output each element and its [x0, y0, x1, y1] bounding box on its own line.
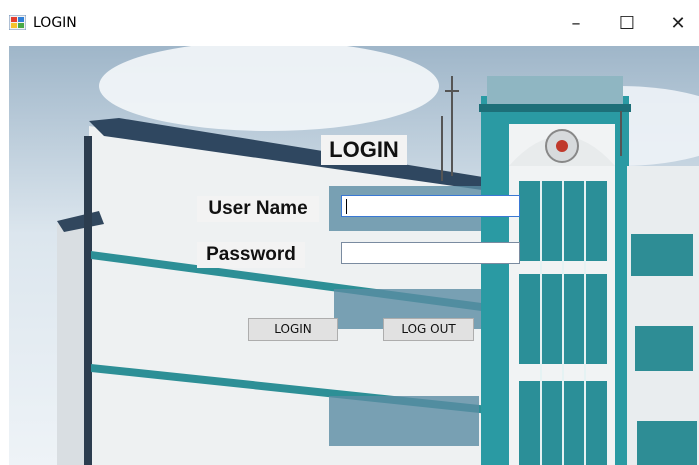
- close-button[interactable]: ✕: [655, 8, 699, 40]
- password-input[interactable]: [341, 242, 520, 264]
- form-client-area: LOGIN User Name Password LOGIN LOG OUT: [9, 46, 699, 465]
- login-heading: LOGIN: [321, 135, 407, 165]
- login-button[interactable]: LOGIN: [248, 318, 338, 341]
- logout-button[interactable]: LOG OUT: [383, 318, 474, 341]
- text-caret: [346, 199, 347, 214]
- title-bar[interactable]: LOGIN – ☐ ✕: [0, 0, 699, 46]
- form-app-icon: [9, 15, 26, 30]
- username-label: User Name: [197, 196, 319, 222]
- username-input[interactable]: [341, 195, 520, 217]
- maximize-button[interactable]: ☐: [604, 8, 650, 40]
- minimize-button[interactable]: –: [553, 8, 599, 40]
- window-title: LOGIN: [33, 15, 77, 31]
- password-label: Password: [197, 242, 305, 268]
